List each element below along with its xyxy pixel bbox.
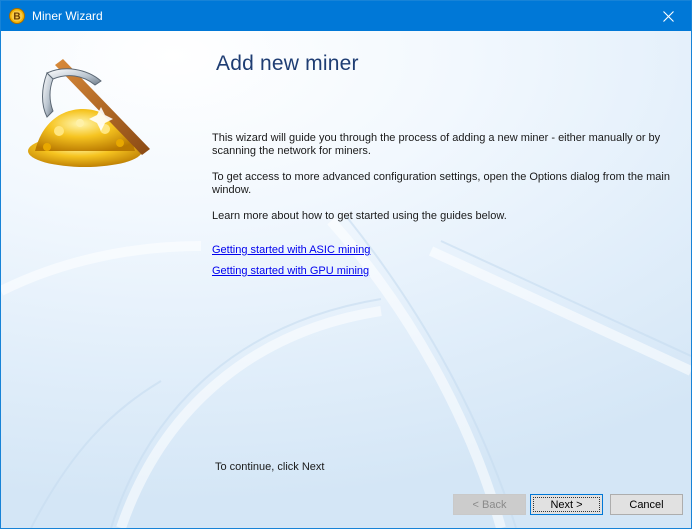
miner-wizard-window: B Miner Wizard Add new miner This wizard… [0, 0, 692, 529]
svg-text:B: B [13, 12, 20, 23]
cancel-button[interactable]: Cancel [610, 494, 683, 515]
page-title: Add new miner [216, 52, 359, 75]
bitcoin-coin-icon: B [9, 8, 25, 24]
gpu-guide-link[interactable]: Getting started with GPU mining [212, 265, 369, 277]
continue-instruction: To continue, click Next [215, 461, 325, 473]
next-button[interactable]: Next > [530, 494, 603, 515]
close-button[interactable] [645, 1, 691, 31]
options-paragraph: To get access to more advanced configura… [212, 171, 670, 196]
wizard-content: Add new miner This wizard will guide you… [1, 31, 691, 528]
window-title: Miner Wizard [32, 9, 103, 23]
pickaxe-gold-icon [28, 59, 150, 167]
close-icon [662, 10, 674, 22]
guides-paragraph: Learn more about how to get started usin… [212, 210, 507, 222]
intro-paragraph: This wizard will guide you through the p… [212, 132, 661, 157]
back-button[interactable]: < Back [453, 494, 526, 515]
title-bar[interactable]: B Miner Wizard [1, 1, 691, 31]
asic-guide-link[interactable]: Getting started with ASIC mining [212, 244, 370, 256]
